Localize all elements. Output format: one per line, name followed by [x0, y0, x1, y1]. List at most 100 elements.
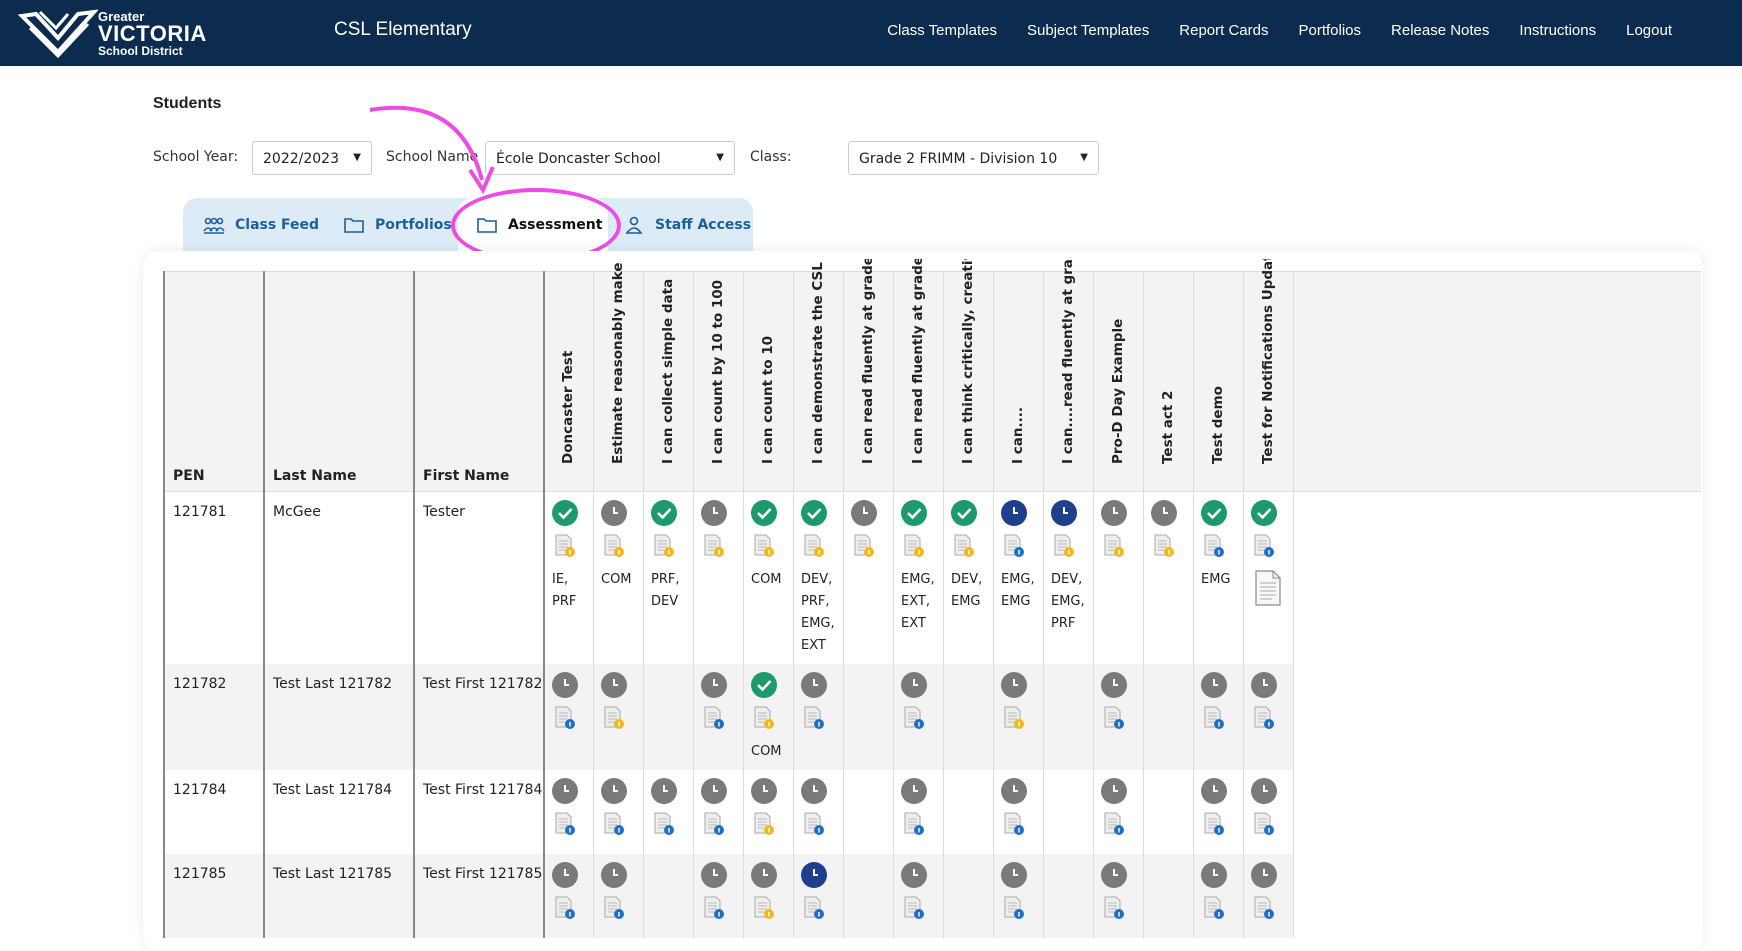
assessment-cell[interactable] [843, 664, 893, 770]
document-warning-icon[interactable] [603, 706, 625, 730]
pending-clock-icon[interactable] [751, 778, 777, 804]
completed-check-icon[interactable] [1201, 500, 1227, 526]
nav-instructions[interactable]: Instructions [1519, 22, 1596, 39]
document-info-icon[interactable] [703, 812, 725, 836]
document-info-icon[interactable] [703, 896, 725, 920]
assessment-cell[interactable]: IE, PRF [543, 492, 593, 664]
document-info-icon[interactable] [703, 706, 725, 730]
nav-portfolios[interactable]: Portfolios [1298, 22, 1361, 39]
document-info-icon[interactable] [1203, 534, 1225, 558]
document-warning-icon[interactable] [753, 534, 775, 558]
document-info-icon[interactable] [1253, 896, 1275, 920]
assessment-cell[interactable] [843, 492, 893, 664]
pending-clock-icon[interactable] [552, 862, 578, 888]
assessment-cell[interactable] [1043, 664, 1093, 770]
assessment-column-header[interactable]: I can....read fluently at grade l [1043, 259, 1093, 492]
assessment-cell[interactable] [593, 854, 643, 938]
document-info-icon[interactable] [1203, 896, 1225, 920]
assessment-cell[interactable] [993, 770, 1043, 854]
document-info-icon[interactable] [1003, 812, 1025, 836]
assessment-cell[interactable] [1143, 770, 1193, 854]
document-warning-icon[interactable] [853, 534, 875, 558]
pending-clock-icon[interactable] [801, 778, 827, 804]
assessment-cell[interactable]: DEV, EMG, PRF [1043, 492, 1093, 664]
document-info-icon[interactable] [1103, 706, 1125, 730]
assessment-cell[interactable] [1193, 770, 1243, 854]
completed-check-icon[interactable] [651, 500, 677, 526]
in-progress-clock-icon[interactable] [1001, 500, 1027, 526]
assessment-column-header[interactable]: I can think critically, creativel [943, 259, 993, 492]
document-warning-icon[interactable] [903, 534, 925, 558]
document-info-icon[interactable] [803, 812, 825, 836]
pending-clock-icon[interactable] [801, 672, 827, 698]
pending-clock-icon[interactable] [1251, 862, 1277, 888]
assessment-cell[interactable] [1093, 492, 1143, 664]
assessment-cell[interactable]: DEV, EMG [943, 492, 993, 664]
assessment-column-header[interactable]: I can count by 10 to 100 [693, 271, 743, 492]
document-info-icon[interactable] [554, 896, 576, 920]
completed-check-icon[interactable] [1251, 500, 1277, 526]
assessment-cell[interactable] [693, 854, 743, 938]
in-progress-clock-icon[interactable] [801, 862, 827, 888]
pending-clock-icon[interactable] [701, 500, 727, 526]
document-info-icon[interactable] [903, 896, 925, 920]
assessment-cell[interactable] [743, 770, 793, 854]
assessment-cell[interactable] [843, 854, 893, 938]
completed-check-icon[interactable] [751, 500, 777, 526]
pending-clock-icon[interactable] [901, 778, 927, 804]
assessment-cell[interactable] [1143, 492, 1193, 664]
assessment-cell[interactable] [1143, 664, 1193, 770]
assessment-cell[interactable] [1043, 770, 1093, 854]
assessment-cell[interactable]: COM [593, 492, 643, 664]
assessment-column-header[interactable]: Estimate reasonably make pr [593, 259, 643, 492]
document-info-icon[interactable] [653, 812, 675, 836]
assessment-cell[interactable] [1243, 854, 1293, 938]
assessment-cell[interactable] [693, 492, 743, 664]
assessment-cell[interactable]: COM [743, 664, 793, 770]
district-logo[interactable]: Greater VICTORIA School District [17, 6, 206, 59]
document-warning-icon[interactable] [1103, 534, 1125, 558]
document-warning-icon[interactable] [653, 534, 675, 558]
assessment-column-header[interactable]: I can.... [993, 271, 1043, 492]
document-info-icon[interactable] [1253, 812, 1275, 836]
completed-check-icon[interactable] [552, 500, 578, 526]
assessment-cell[interactable] [793, 770, 843, 854]
in-progress-clock-icon[interactable] [1051, 500, 1077, 526]
document-info-icon[interactable] [1253, 534, 1275, 558]
pending-clock-icon[interactable] [1001, 672, 1027, 698]
assessment-column-header[interactable]: Test demo [1193, 271, 1243, 492]
assessment-cell[interactable] [643, 664, 693, 770]
pending-clock-icon[interactable] [1001, 862, 1027, 888]
completed-check-icon[interactable] [951, 500, 977, 526]
assessment-cell[interactable] [1093, 664, 1143, 770]
assessment-cell[interactable] [543, 854, 593, 938]
document-info-icon[interactable] [1003, 534, 1025, 558]
pending-clock-icon[interactable] [701, 672, 727, 698]
nav-report-cards[interactable]: Report Cards [1179, 22, 1268, 39]
completed-check-icon[interactable] [801, 500, 827, 526]
document-warning-icon[interactable] [1153, 534, 1175, 558]
assessment-cell[interactable]: EMG [1193, 492, 1243, 664]
document-warning-icon[interactable] [753, 706, 775, 730]
assessment-cell[interactable] [1143, 854, 1193, 938]
assessment-column-header[interactable]: I can collect simple data [643, 271, 693, 492]
document-warning-icon[interactable] [953, 534, 975, 558]
pending-clock-icon[interactable] [1101, 862, 1127, 888]
assessment-cell[interactable] [843, 770, 893, 854]
assessment-cell[interactable] [593, 770, 643, 854]
assessment-cell[interactable] [1243, 770, 1293, 854]
assessment-cell[interactable] [1093, 770, 1143, 854]
assessment-cell[interactable]: EMG, EXT, EXT [893, 492, 943, 664]
document-info-icon[interactable] [1203, 706, 1225, 730]
assessment-cell[interactable] [643, 854, 693, 938]
document-info-icon[interactable] [1203, 812, 1225, 836]
assessment-cell[interactable] [893, 664, 943, 770]
pending-clock-icon[interactable] [901, 672, 927, 698]
pending-clock-icon[interactable] [1101, 500, 1127, 526]
pending-clock-icon[interactable] [601, 672, 627, 698]
assessment-cell[interactable] [793, 854, 843, 938]
pending-clock-icon[interactable] [552, 778, 578, 804]
assessment-cell[interactable] [893, 854, 943, 938]
pending-clock-icon[interactable] [601, 778, 627, 804]
pending-clock-icon[interactable] [701, 862, 727, 888]
